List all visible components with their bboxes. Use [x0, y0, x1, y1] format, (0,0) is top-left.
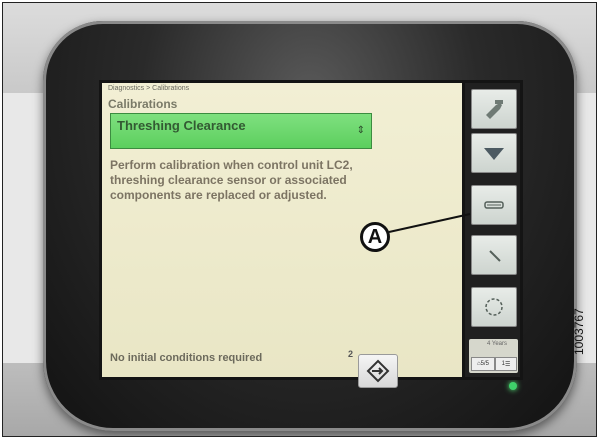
gauge-icon: [484, 201, 504, 209]
calibration-start-icon: [366, 359, 390, 383]
updown-arrows-icon: ⇕: [356, 125, 365, 136]
calibration-selector-dropdown[interactable]: Threshing Clearance ⇕: [110, 113, 372, 149]
calibration-description: Perform calibration when control unit LC…: [110, 158, 353, 202]
status-area: 4 Years ⌂ 5/5 1 ☰: [469, 339, 518, 373]
display-screen: Diagnostics > Calibrations Calibrations …: [99, 80, 523, 388]
calibration-selector-label: Threshing Clearance: [117, 118, 246, 133]
arrow-down-icon: [484, 148, 504, 160]
power-led: [509, 382, 517, 390]
callout-a: A: [360, 222, 390, 252]
start-calibration-button[interactable]: [358, 354, 398, 388]
breadcrumb: Diagnostics > Calibrations: [108, 85, 190, 92]
home-button[interactable]: ⌂ 5/5: [471, 357, 495, 371]
menu-button[interactable]: 1 ☰: [495, 357, 517, 371]
calibrations-page: Diagnostics > Calibrations Calibrations …: [102, 83, 462, 388]
figure-code: 1003767: [572, 308, 586, 355]
sidebar-button-edit[interactable]: [471, 235, 517, 275]
sidebar-button-down[interactable]: [471, 133, 517, 173]
menu-icon: ☰: [504, 361, 511, 368]
sidebar-button-refresh[interactable]: [471, 287, 517, 327]
status-text: 4 Years: [487, 341, 508, 347]
initial-conditions-text: No initial conditions required: [110, 352, 263, 364]
tools-icon: [486, 100, 503, 119]
sidebar-button-gauge[interactable]: [471, 185, 517, 225]
footnote-marker: 2: [348, 349, 354, 359]
side-toolbar: 4 Years ⌂ 5/5 1 ☰: [465, 83, 520, 377]
refresh-circle-icon: [485, 298, 503, 316]
photo-frame: Diagnostics > Calibrations Calibrations …: [2, 2, 597, 437]
sidebar-button-tools[interactable]: [471, 89, 517, 129]
pencil-icon: [489, 250, 501, 262]
page-title: Calibrations: [108, 97, 178, 111]
home-count: 5/5: [480, 361, 489, 367]
